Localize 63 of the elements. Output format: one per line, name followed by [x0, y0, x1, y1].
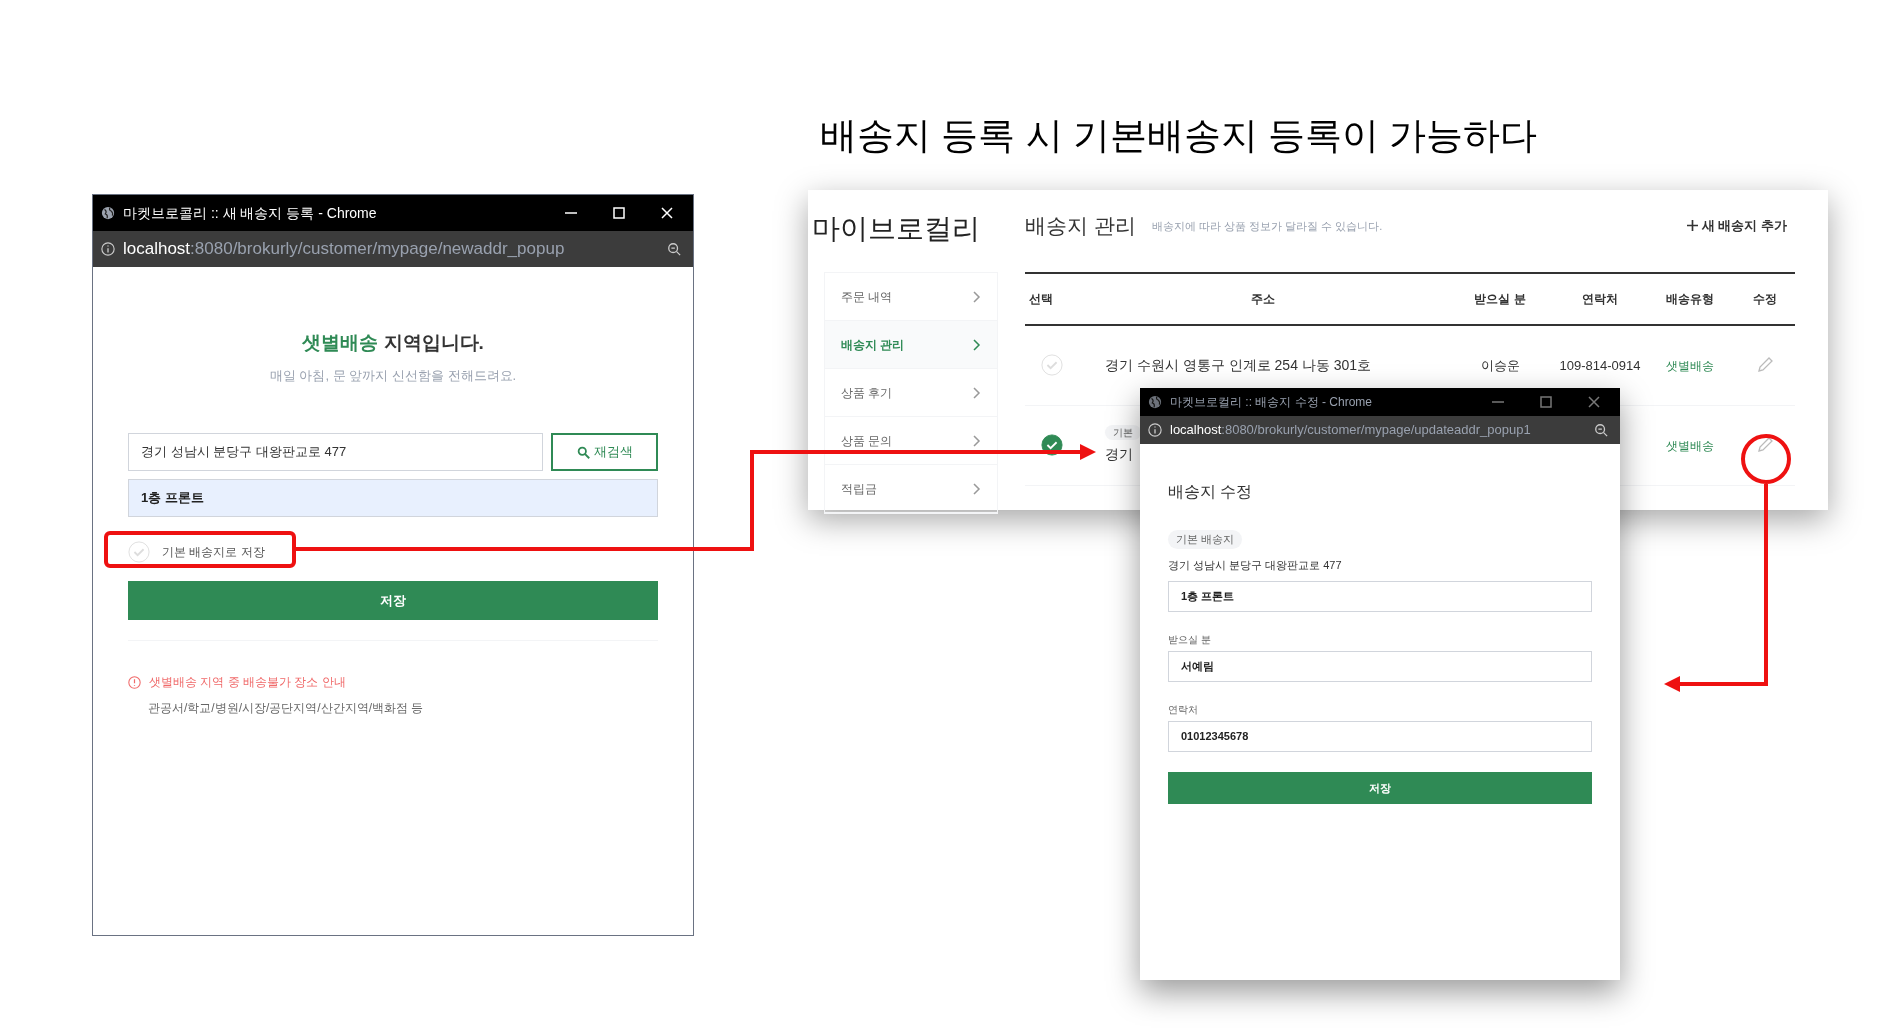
table-cell: 109-814-0914	[1559, 358, 1641, 373]
default-badge: 기본 배송지	[1168, 530, 1243, 549]
research-button[interactable]: 재검색	[551, 433, 658, 471]
column-header: 받으실 분	[1473, 290, 1527, 308]
chevron-icon	[973, 290, 981, 303]
sidebar-item[interactable]: 상품 후기	[825, 369, 997, 417]
info-icon	[101, 242, 115, 256]
checkbox-label: 기본 배송지로 저장	[162, 544, 265, 561]
alert-icon	[128, 675, 141, 689]
pencil-icon[interactable]	[1755, 435, 1775, 455]
page-url: localhost:8080/brokurly/customer/mypage/updateaddr_popup1	[1170, 421, 1531, 440]
sidebar-item[interactable]: 적립금	[825, 465, 997, 513]
section-heading: 배송지 관리	[1025, 213, 1136, 239]
table-cell: 샛별배송	[1666, 359, 1714, 373]
save-button[interactable]: 저장	[1168, 772, 1592, 804]
headline: 샛별배송 지역입니다.	[301, 331, 485, 355]
add-address-button[interactable]: 새 배송지 추가	[1686, 216, 1787, 236]
table-cell: 이승운	[1480, 358, 1520, 373]
detail-address-field[interactable]: 1층 프론트	[1168, 581, 1592, 612]
globe-icon	[101, 206, 115, 220]
notice-text: 관공서/학교/병원/시장/공단지역/산간지역/백화점 등	[147, 700, 425, 717]
check-circle[interactable]	[1041, 434, 1063, 456]
info-icon	[1148, 423, 1162, 437]
search-icon	[576, 445, 590, 459]
subtitle: 매일 아침, 문 앞까지 신선함을 전해드려요.	[268, 366, 518, 385]
table-cell-text: 경기	[1105, 445, 1133, 464]
save-button[interactable]: 저장	[128, 581, 658, 620]
brand-title: 마이브로컬리	[812, 212, 981, 246]
notice-title: 샛별배송 지역 중 배송불가 장소 안내	[149, 674, 346, 691]
page-url: localhost:8080/brokurly/customer/mypage/newaddr_popup	[123, 238, 565, 261]
sidebar-item[interactable]: 배송지 관리	[825, 321, 997, 369]
field-label: 받으실 분	[1168, 633, 1212, 647]
field-label: 연락처	[1168, 703, 1199, 717]
column-header: 배송유형	[1665, 290, 1715, 308]
heading-note: 배송지에 따라 상품 정보가 달라질 수 있습니다.	[1151, 218, 1383, 234]
window-title: 마켓브로컬리 :: 배송지 수정 - Chrome	[1170, 394, 1372, 411]
column-header: 연락처	[1581, 290, 1619, 308]
column-header: 수정	[1752, 290, 1778, 308]
chevron-icon	[973, 338, 981, 351]
default-badge: 기본	[1105, 425, 1141, 440]
address-text: 경기 성남시 분당구 대왕판교로 477	[1168, 557, 1343, 573]
slide-title: 배송지 등록 시 기본배송지 등록이 가능하다	[820, 114, 1538, 158]
plus-icon	[1686, 220, 1698, 232]
zoom-icon[interactable]	[667, 242, 681, 256]
chevron-icon	[973, 386, 981, 399]
address-bar[interactable]: localhost:8080/brokurly/customer/mypage/updateaddr_popup1	[1140, 416, 1620, 444]
input-field[interactable]: 01012345678	[1168, 721, 1592, 752]
sidebar-item[interactable]: 상품 문의	[825, 417, 997, 465]
chevron-icon	[973, 434, 981, 447]
address-field[interactable]: 경기 성남시 분당구 대왕판교로 477	[128, 433, 543, 471]
column-header: 선택	[1028, 290, 1054, 308]
column-header: 주소	[1250, 290, 1276, 308]
table-cell: 샛별배송	[1666, 439, 1714, 453]
address-bar[interactable]: localhost:8080/brokurly/customer/mypage/newaddr_popup	[93, 231, 693, 267]
window-title: 마켓브로콜리 :: 새 배송지 등록 - Chrome	[123, 203, 377, 223]
zoom-icon[interactable]	[1594, 423, 1608, 437]
input-field[interactable]: 서예림	[1168, 651, 1592, 682]
globe-icon	[1148, 395, 1162, 409]
popup-heading: 배송지 수정	[1168, 482, 1254, 502]
chevron-icon	[973, 482, 981, 495]
highlight-circle	[1741, 434, 1791, 484]
table-cell-text: 경기 수원시 영통구 인계로 254 나동 301호	[1105, 355, 1372, 375]
detail-address-field[interactable]: 1층 프론트	[128, 479, 658, 517]
